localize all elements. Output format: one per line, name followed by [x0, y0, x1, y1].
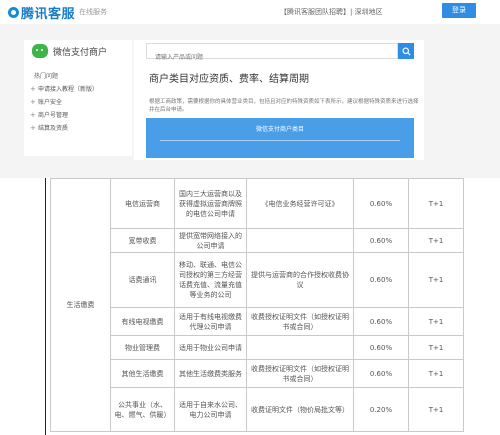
table-cell-rate: 0.60%	[353, 228, 409, 253]
tencent-kefu-logo[interactable]: 腾讯客服 在线服务	[8, 3, 108, 22]
top-header: 腾讯客服 在线服务 【腾讯客服团队招聘】| 深圳地区 登录	[0, 0, 500, 24]
table-cell-rate: 0.60%	[353, 335, 409, 360]
plus-icon: +	[30, 98, 36, 106]
logo-text: 腾讯客服	[21, 6, 76, 22]
table-cell-qualification: 收费证明文件（物价局批文等）	[246, 387, 354, 432]
divider	[45, 178, 46, 435]
table-cell-settlement: T+1	[408, 335, 464, 360]
table-cell-settlement: T+1	[408, 387, 464, 432]
sidebar-item-merchant-management[interactable]: + 商户号管理	[24, 109, 132, 122]
table-cell-scope: 适用于自来水公司、电力公司申请	[174, 387, 247, 432]
sidebar-item-onboarding-guide[interactable]: + 申请接入教程（新版）	[24, 83, 132, 96]
sidebar-item-label: 热门问题	[34, 73, 59, 80]
table-cell-scope: 国内三大运营商以及获得虚拟运营商牌照的电信公司申请	[174, 178, 247, 229]
sidebar-item-account-security[interactable]: + 账户安全	[24, 96, 132, 109]
table-cell-category: 其他生活缴费	[110, 359, 175, 388]
divider	[160, 140, 400, 141]
sidebar-item-label: 商户号管理	[38, 112, 69, 119]
table-cell-scope: 其他生活缴费类服务	[174, 359, 247, 388]
page-title: 商户类目对应资质、费率、结算周期	[149, 74, 309, 85]
sidebar-brand[interactable]: 微信支付商户	[32, 44, 107, 58]
table-cell-qualification: 《电信业务经营许可证》	[246, 178, 354, 229]
sidebar-item-label: 账户安全	[38, 99, 63, 106]
table-cell-category: 公共事业（水、电、燃气、供暖）	[110, 387, 175, 432]
table-cell-scope: 移动、联通、电信公司授权的第三方经营话费充值、流量充值等业务的公司	[174, 252, 247, 308]
table-cell-category: 物业管理费	[110, 335, 175, 360]
table-cell-rate: 0.60%	[353, 359, 409, 388]
table-row: 公共事业（水、电、燃气、供暖） 适用于自来水公司、电力公司申请 收费证明文件（物…	[51, 387, 464, 432]
table-cell-scope: 适用于物业公司申请	[174, 335, 247, 360]
table-cell-settlement: T+1	[408, 252, 464, 308]
table-cell-rate: 0.20%	[353, 387, 409, 432]
table-cell-settlement: T+1	[408, 178, 464, 229]
table-cell-qualification	[246, 228, 354, 253]
table-row: 物业管理费 适用于物业公司申请 0.60% T+1	[51, 335, 464, 360]
wechat-icon	[32, 44, 48, 58]
plus-icon: +	[30, 111, 36, 119]
table-cell-settlement: T+1	[408, 228, 464, 253]
table-row: 宽带收费 提供宽带网络接入的公司申请 0.60% T+1	[51, 228, 464, 253]
table-row: 话费通讯 移动、联通、电信公司授权的第三方经营话费充值、流量充值等业务的公司 提…	[51, 252, 464, 308]
page-description: 根据工商政策，需要根据你的具体营业类目，包括且对应的特殊资质如下表所示，建议根据…	[149, 99, 419, 113]
search-input[interactable]	[147, 50, 397, 65]
login-button[interactable]: 登录	[442, 3, 476, 18]
plus-icon: +	[30, 124, 36, 132]
sidebar-item-label: 结算及资质	[38, 125, 69, 132]
table-row: 有线电视缴费 适用于有线电视缴费代理公司申请 收费授权证明文件（如授权证明书或合…	[51, 307, 464, 336]
table-cell-settlement: T+1	[408, 359, 464, 388]
table-cell-rate: 0.60%	[353, 307, 409, 336]
rates-table-area: 生活缴费 电信运营商 国内三大运营商以及获得虚拟运营商牌照的电信公司申请 《电信…	[0, 178, 500, 435]
table-cell-rate: 0.60%	[353, 178, 409, 229]
search-button[interactable]	[398, 43, 414, 59]
table-row: 其他生活缴费 其他生活缴费类服务 收费授权证明文件（如授权证明书或合同） 0.6…	[51, 359, 464, 388]
table-cell-scope: 提供宽带网络接入的公司申请	[174, 228, 247, 253]
table-cell-settlement: T+1	[408, 307, 464, 336]
sidebar-item-label: 申请接入教程（新版）	[38, 86, 99, 93]
table-cell-category: 话费通讯	[110, 252, 175, 308]
table-cell-category: 电信运营商	[110, 178, 175, 229]
sidebar-item-settlement[interactable]: + 结算及资质	[24, 122, 132, 135]
table-cell-category: 有线电视缴费	[110, 307, 175, 336]
table-row: 生活缴费 电信运营商 国内三大运营商以及获得虚拟运营商牌照的电信公司申请 《电信…	[50, 178, 464, 432]
table-cell-qualification: 收费授权证明文件（如授权证明书或合同）	[246, 307, 354, 336]
table-cell-qualification	[246, 335, 354, 360]
top-links[interactable]: 【腾讯客服团队招聘】| 深圳地区	[280, 7, 383, 17]
sidebar: 微信支付商户 热门问题 + 申请接入教程（新版） + 账户安全 + 商户号管理 …	[24, 40, 132, 156]
category-table-banner: 微信支付商户类目	[146, 118, 414, 158]
table-cell-scope: 适用于有线电视缴费代理公司申请	[174, 307, 247, 336]
table-group-cell: 生活缴费	[50, 178, 111, 432]
search-icon	[401, 46, 411, 56]
search-box	[146, 43, 398, 65]
plus-icon: +	[30, 85, 36, 93]
logo-subtitle: 在线服务	[79, 8, 108, 16]
category-table-banner-label: 微信支付商户类目	[255, 126, 304, 133]
rates-table: 生活缴费 电信运营商 国内三大运营商以及获得虚拟运营商牌照的电信公司申请 《电信…	[50, 178, 464, 432]
sidebar-menu: 热门问题 + 申请接入教程（新版） + 账户安全 + 商户号管理 + 结算及资质	[24, 70, 132, 135]
table-cell-category: 宽带收费	[110, 228, 175, 253]
sidebar-brand-label: 微信支付商户	[53, 47, 108, 58]
tencent-logo-icon	[8, 6, 19, 18]
table-cell-qualification: 收费授权证明文件（如授权证明书或合同）	[246, 359, 354, 388]
main-panel: 商户类目对应资质、费率、结算周期 根据工商政策，需要根据你的具体营业类目，包括且…	[134, 40, 424, 160]
sidebar-item-hot-questions[interactable]: 热门问题	[24, 70, 132, 83]
table-cell-qualification: 提供与运营商的合作授权收费协议	[246, 252, 354, 308]
table-cell-rate: 0.60%	[353, 252, 409, 308]
